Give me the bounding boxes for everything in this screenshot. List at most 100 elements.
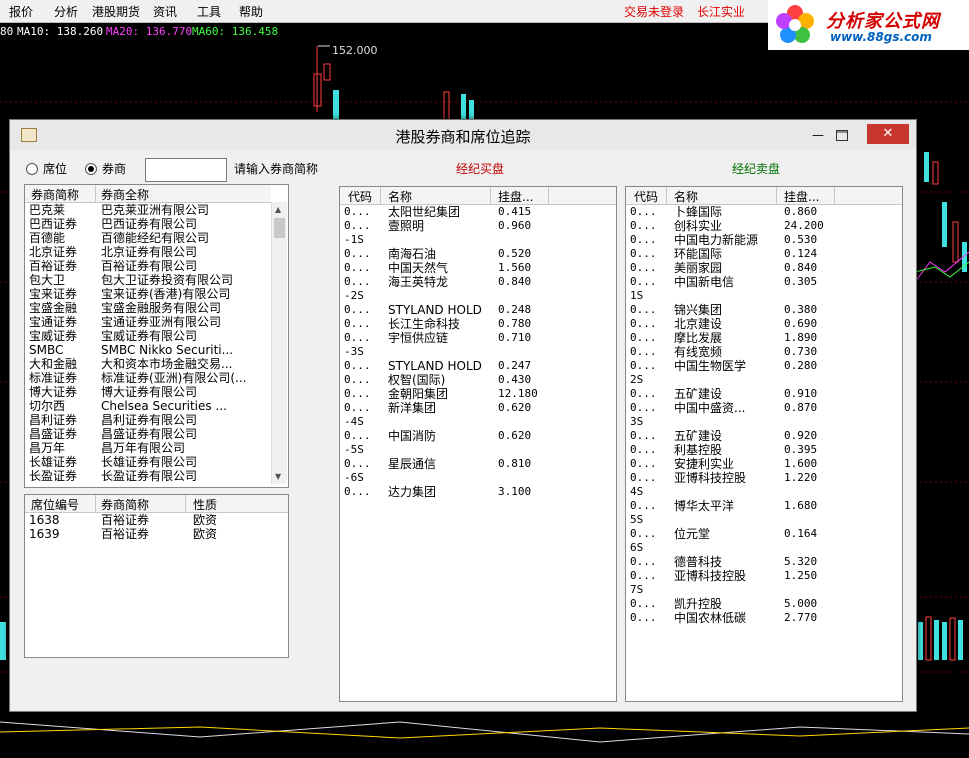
minimize-icon[interactable]: —	[806, 128, 830, 148]
order-code-cell: 0...	[630, 569, 657, 582]
broker-short-cell: 巴克莱	[29, 203, 66, 217]
menu-quote[interactable]: 报价	[9, 3, 33, 20]
order-price-cell: 1.250	[784, 569, 818, 582]
order-code-cell: -2S	[344, 289, 364, 302]
order-name-cell: 星辰通信	[388, 457, 437, 471]
col-sell-code[interactable]: 代码	[634, 188, 658, 205]
broker-full-cell: 昌万年有限公司	[101, 441, 186, 455]
broker-full-cell: 宝来证券(香港)有限公司	[101, 287, 231, 301]
order-code-cell: 0...	[630, 303, 657, 316]
broker-short-cell: 昌万年	[29, 441, 66, 455]
order-name-cell: 中国天然气	[388, 261, 449, 275]
order-code-cell: -5S	[344, 443, 364, 456]
order-code-cell: 0...	[630, 527, 657, 540]
order-name-cell: 宇恒供应链	[388, 331, 449, 345]
order-name-cell: 南海石油	[388, 247, 437, 261]
order-price-cell: 0.690	[784, 317, 818, 330]
order-name-cell: 达力集团	[388, 485, 437, 499]
radio-broker[interactable]	[85, 163, 97, 175]
order-name-cell: 亚博科技控股	[674, 569, 747, 583]
broker-full-cell: 北京证券有限公司	[101, 245, 198, 259]
broker-short-cell: 长盈证券	[29, 469, 78, 483]
broker-full-cell: 大和资本市场金融交易...	[101, 357, 233, 371]
col-sell-price[interactable]: 挂盘...	[784, 188, 819, 205]
order-code-cell: 0...	[344, 275, 371, 288]
search-hint-label: 请输入券商简称	[234, 162, 319, 176]
order-price-cell: 0.530	[784, 233, 818, 246]
buy-orders-list[interactable]: 代码 名称 挂盘... 0... 太阳世纪集团 0.415 0... 壹照明 0.960 -…	[339, 186, 617, 702]
order-code-cell: 0...	[344, 303, 371, 316]
order-code-cell: 0...	[344, 317, 371, 330]
order-name-cell: 利基控股	[674, 443, 723, 457]
login-status[interactable]: 交易未登录	[624, 3, 684, 20]
menu-hk-futures[interactable]: 港股期货	[92, 3, 140, 20]
col-sell-name[interactable]: 名称	[674, 188, 698, 205]
order-name-cell: 五矿建设	[674, 387, 723, 401]
sell-orders-list[interactable]: 代码 名称 挂盘... 0... 卜蜂国际 0.860 0... 创科实业 24.200 0…	[625, 186, 903, 702]
col-broker-full[interactable]: 券商全称	[101, 186, 149, 203]
scroll-thumb[interactable]	[274, 218, 285, 238]
col-broker-short[interactable]: 券商简称	[31, 186, 79, 203]
order-name-cell: 新洋集团	[388, 401, 437, 415]
order-code-cell: -4S	[344, 415, 364, 428]
radio-seat-label: 席位	[43, 162, 68, 176]
broker-status[interactable]: 长江实业	[697, 3, 745, 20]
order-code-cell: 0...	[630, 597, 657, 610]
ma20-label: MA20: 136.770	[106, 25, 193, 38]
broker-list-scrollbar[interactable]: ▲ ▼	[271, 202, 287, 484]
close-icon[interactable]: ✕	[867, 124, 909, 144]
col-buy-name[interactable]: 名称	[388, 188, 412, 205]
scroll-up-icon[interactable]: ▲	[275, 205, 281, 214]
broker-full-cell: 巴西证券有限公司	[101, 217, 198, 231]
order-name-cell: 五矿建设	[674, 429, 723, 443]
order-name-cell: 北京建设	[674, 317, 723, 331]
col-seat-broker[interactable]: 券商简称	[101, 496, 149, 513]
menu-tools[interactable]: 工具	[197, 3, 221, 20]
order-code-cell: 0...	[630, 457, 657, 470]
order-code-cell: 0...	[630, 219, 657, 232]
order-name-cell: 中国新电信	[674, 275, 735, 289]
order-price-cell: 0.248	[498, 303, 532, 316]
broker-search-input[interactable]	[145, 158, 227, 182]
col-buy-price[interactable]: 挂盘...	[498, 188, 533, 205]
maximize-icon[interactable]	[836, 126, 860, 146]
seat-list-header: 席位编号 券商简称 性质	[25, 495, 288, 513]
order-code-cell: 0...	[344, 219, 371, 232]
broker-short-cell: 宝通证券	[29, 315, 78, 329]
scroll-down-icon[interactable]: ▼	[275, 472, 281, 481]
broker-full-cell: Chelsea Securities ...	[101, 399, 227, 413]
order-code-cell: 0...	[344, 247, 371, 260]
order-name-cell: 锦兴集团	[674, 303, 723, 317]
radio-seat[interactable]	[26, 163, 38, 175]
broker-short-cell: 博大证券	[29, 385, 78, 399]
order-code-cell: 2S	[630, 373, 644, 386]
order-name-cell: 壹照明	[388, 219, 425, 233]
order-code-cell: 0...	[630, 345, 657, 358]
order-code-cell: 0...	[630, 317, 657, 330]
order-name-cell: 中国消防	[388, 429, 437, 443]
order-price-cell: 0.710	[498, 331, 532, 344]
ma10-label: MA10: 138.260	[17, 25, 104, 38]
broker-full-cell: SMBC Nikko Securiti...	[101, 343, 234, 357]
order-name-cell: STYLAND HOLD	[388, 359, 482, 373]
order-name-cell: 太阳世纪集团	[388, 205, 461, 219]
sell-title: 经纪卖盘	[732, 162, 781, 176]
order-code-cell: 0...	[630, 555, 657, 568]
order-name-cell: 中国电力新能源	[674, 233, 759, 247]
broker-short-cell: SMBC	[29, 343, 64, 357]
order-name-cell: 海王英特龙	[388, 275, 449, 289]
col-seat-nature[interactable]: 性质	[193, 496, 217, 513]
order-code-cell: 7S	[630, 583, 644, 596]
menu-help[interactable]: 帮助	[239, 3, 263, 20]
col-seat-id[interactable]: 席位编号	[31, 496, 79, 513]
broker-list[interactable]: 券商简称 券商全称 巴克莱 巴克莱亚洲有限公司 巴西证券 巴西证券有限公司 百德能 百德能…	[24, 184, 289, 488]
menu-news[interactable]: 资讯	[153, 3, 177, 20]
dialog-titlebar[interactable]: 港股券商和席位追踪 — ✕	[10, 120, 916, 150]
broker-full-cell: 宝通证券亚洲有限公司	[101, 315, 222, 329]
order-name-cell: 权智(国际)	[388, 373, 446, 387]
menu-analysis[interactable]: 分析	[54, 3, 78, 20]
col-buy-code[interactable]: 代码	[348, 188, 372, 205]
seat-list[interactable]: 席位编号 券商简称 性质 1638 百裕证券 欧资 1639 百裕证券 欧资	[24, 494, 289, 658]
order-code-cell: 0...	[630, 275, 657, 288]
order-name-cell: STYLAND HOLD	[388, 303, 482, 317]
